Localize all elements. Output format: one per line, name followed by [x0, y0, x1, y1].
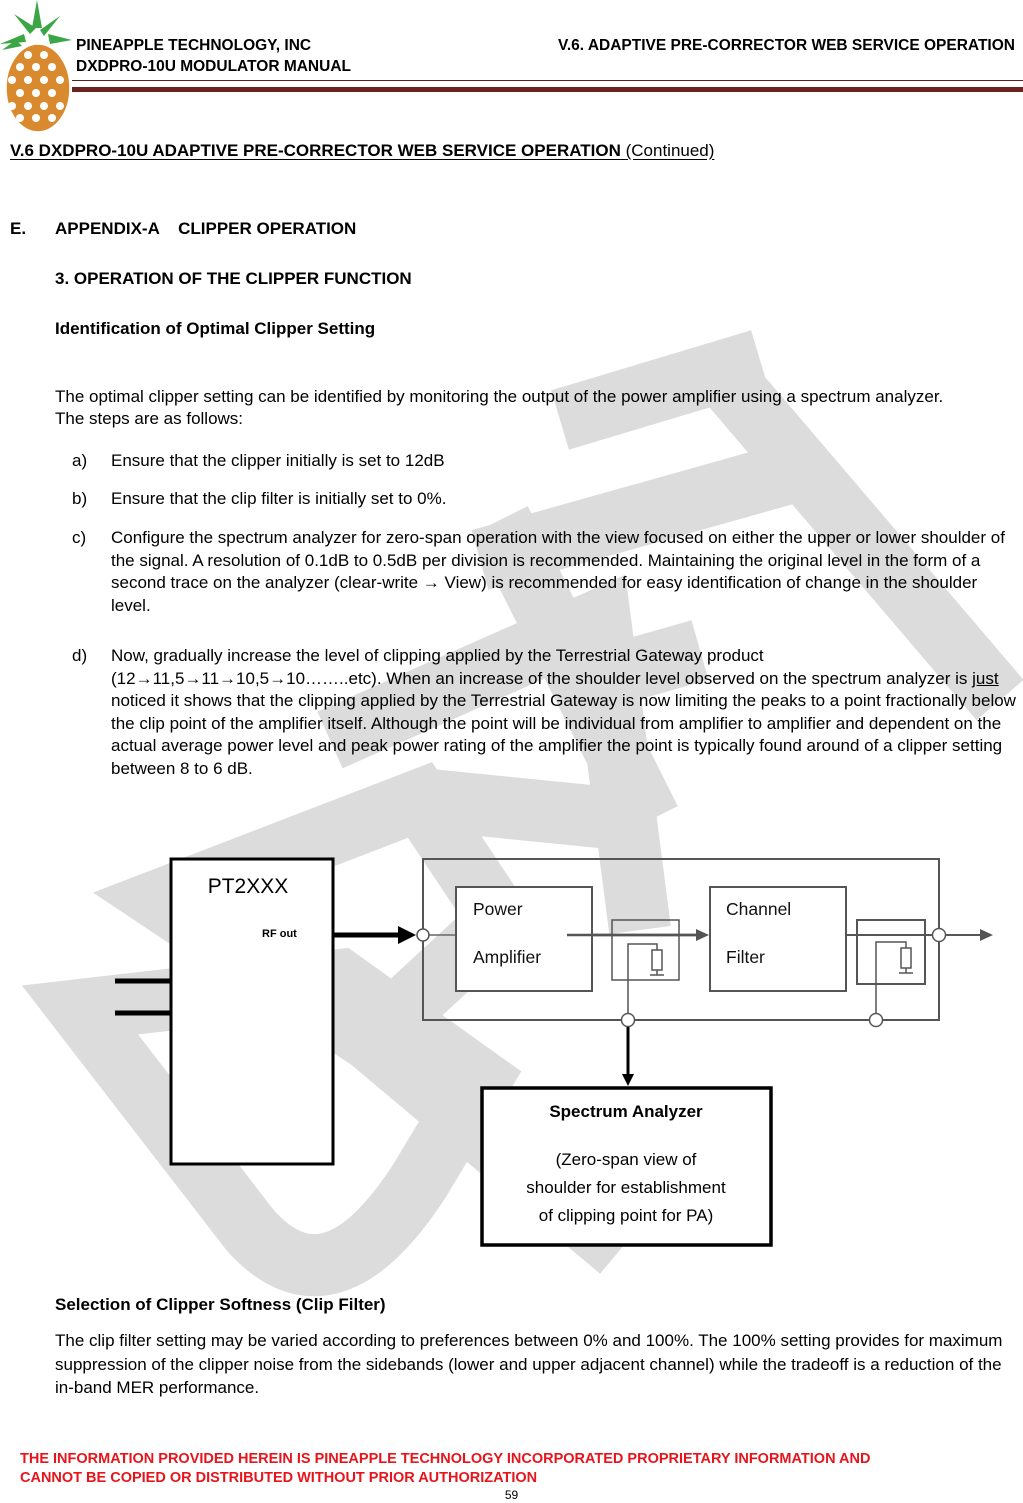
channel-filter-label-1: Channel [726, 899, 791, 919]
header-rule-thick [72, 87, 1023, 92]
signal-arrowhead-icon [696, 929, 709, 941]
step-c: c) Configure the spectrum analyzer for z… [72, 527, 1020, 617]
appendix-marker: E. [10, 219, 27, 238]
spectrum-analyzer-desc-3: of clipping point for PA) [539, 1206, 714, 1225]
modulator-box [169, 857, 335, 1166]
output-arrowhead-icon [980, 929, 993, 941]
header-section-title: V.6. ADAPTIVE PRE-CORRECTOR WEB SERVICE … [557, 37, 1015, 54]
step-marker: a) [72, 451, 88, 470]
clip-filter-text: The clip filter setting may be varied ac… [55, 1331, 1003, 1397]
step-marker: d) [72, 646, 88, 665]
spectrum-analyzer-title: Spectrum Analyzer [549, 1102, 703, 1121]
rf-out-label: RF out [262, 928, 297, 940]
step-text-before: Now, gradually increase the level of cli… [111, 646, 973, 688]
footer-notice-line-2: CANNOT BE COPIED OR DISTRIBUTED WITHOUT … [20, 1470, 538, 1486]
step-d: d) Now, gradually increase the level of … [72, 645, 1020, 780]
channel-filter-label-2: Filter [726, 947, 765, 967]
monitor-port-1-icon [620, 1012, 636, 1028]
monitor-port-2-icon [868, 1012, 884, 1028]
clip-filter-heading: Selection of Clipper Softness (Clip Filt… [55, 1295, 386, 1314]
modulator-label: PT2XXX [208, 875, 289, 898]
identification-intro: The optimal clipper setting can be ident… [55, 387, 944, 428]
manual-title: DXDPRO-10U MODULATOR MANUAL [76, 58, 351, 75]
step-a: a) Ensure that the clipper initially is … [72, 450, 1020, 473]
section-title: V.6 DXDPRO-10U ADAPTIVE PRE-CORRECTOR WE… [10, 141, 714, 161]
step-marker: c) [72, 528, 87, 547]
subsection-heading: 3. OPERATION OF THE CLIPPER FUNCTION [55, 269, 412, 288]
input-port-icon [416, 928, 430, 942]
step-b: b) Ensure that the clip filter is initia… [72, 488, 1020, 511]
section-title-suffix: (Continued) [625, 141, 715, 160]
step-text: Configure the spectrum analyzer for zero… [111, 528, 1005, 615]
step-text: Now, gradually increase the level of cli… [111, 645, 1020, 780]
step-text: Ensure that the clipper initially is set… [111, 451, 445, 470]
pineapple-logo-icon [0, 0, 72, 133]
clipper-setup-diagram: PT2XXX RF out Power Amplifier Channel Fi… [115, 857, 993, 1247]
spectrum-analyzer-desc-1: (Zero-span view of [556, 1150, 697, 1169]
appendix-title: APPENDIX-A CLIPPER OPERATION [55, 219, 357, 238]
identification-heading: Identification of Optimal Clipper Settin… [55, 319, 376, 338]
power-amplifier-label-1: Power [473, 899, 523, 919]
page-number: 59 [504, 1488, 519, 1502]
header-rule-thin [72, 80, 1023, 81]
step-text-after: noticed it shows that the clipping appli… [111, 691, 1016, 778]
rf-out-arrowhead-icon [398, 926, 416, 944]
power-amplifier-label-2: Amplifier [473, 947, 541, 967]
step-text-emphasis: just [972, 668, 999, 688]
company-name: PINEAPPLE TECHNOLOGY, INC [76, 37, 312, 54]
step-marker: b) [72, 489, 88, 508]
step-text: Ensure that the clip filter is initially… [111, 489, 447, 508]
footer-notice-line-1: THE INFORMATION PROVIDED HEREIN IS PINEA… [20, 1451, 871, 1467]
output-port-icon [931, 927, 947, 943]
section-title-main: V.6 DXDPRO-10U ADAPTIVE PRE-CORRECTOR WE… [10, 141, 621, 160]
spectrum-analyzer-desc-2: shoulder for establishment [526, 1178, 726, 1197]
analyzer-arrowhead-icon [622, 1074, 634, 1086]
